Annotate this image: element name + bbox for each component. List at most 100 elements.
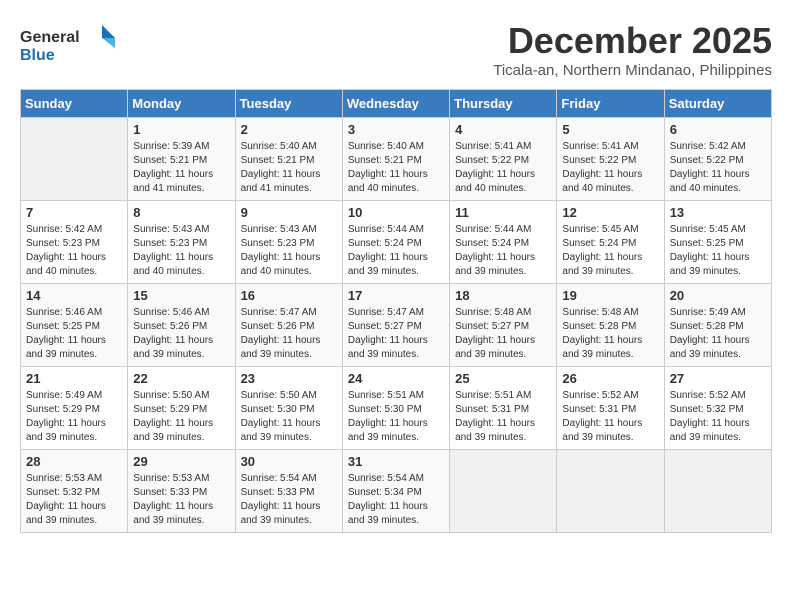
day-number: 24 — [348, 371, 444, 386]
calendar-cell: 18Sunrise: 5:48 AMSunset: 5:27 PMDayligh… — [450, 284, 557, 367]
calendar-cell: 16 Sunrise: 5:47 AMSunset: 5:26 PMDayligh… — [235, 284, 342, 367]
calendar-cell: 8 Sunrise: 5:43 AMSunset: 5:23 PMDaylight… — [128, 201, 235, 284]
day-info: Sunrise: 5:47 AMSunset: 5:26 PMDaylight:… — [241, 306, 337, 362]
day-number: 8 — [133, 205, 229, 220]
calendar-cell: 17Sunrise: 5:47 AMSunset: 5:27 PMDayligh… — [342, 284, 449, 367]
calendar-cell: 12 Sunrise: 5:45 AMSunset: 5:24 PMDayligh… — [557, 201, 664, 284]
calendar-cell: 29Sunrise: 5:53 AMSunset: 5:33 PMDayligh… — [128, 450, 235, 533]
day-info: Sunrise: 5:40 AMSunset: 5:21 PMDaylight:… — [348, 140, 444, 196]
day-number: 25 — [455, 371, 551, 386]
day-info: Sunrise: 5:39 AMSunset: 5:21 PMDaylight:… — [133, 140, 229, 196]
calendar-cell: 11Sunrise: 5:44 AMSunset: 5:24 PMDayligh… — [450, 201, 557, 284]
day-info: Sunrise: 5:43 AMSunset: 5:23 PMDaylight:… — [133, 223, 229, 279]
day-info: Sunrise: 5:51 AMSunset: 5:30 PMDaylight:… — [348, 389, 444, 445]
calendar-week-1: 7Sunrise: 5:42 AMSunset: 5:23 PMDaylight… — [21, 201, 772, 284]
day-number: 15 — [133, 288, 229, 303]
calendar-cell: 10 Sunrise: 5:44 AMSunset: 5:24 PMDayligh… — [342, 201, 449, 284]
calendar-cell: 1 Sunrise: 5:39 AMSunset: 5:21 PMDaylight… — [128, 118, 235, 201]
day-number: 10 — [348, 205, 444, 220]
calendar-cell: 28 Sunrise: 5:53 AMSunset: 5:32 PMDayligh… — [21, 450, 128, 533]
calendar-cell — [21, 118, 128, 201]
calendar-table: SundayMondayTuesdayWednesdayThursdayFrid… — [20, 89, 772, 533]
day-number: 5 — [562, 122, 658, 137]
day-number: 1 — [133, 122, 229, 137]
day-number: 20 — [670, 288, 766, 303]
day-number: 9 — [241, 205, 337, 220]
calendar-cell — [557, 450, 664, 533]
calendar-cell: 7Sunrise: 5:42 AMSunset: 5:23 PMDaylight… — [21, 201, 128, 284]
day-info: Sunrise: 5:46 AMSunset: 5:25 PMDaylight:… — [26, 306, 122, 362]
calendar-cell: 26 Sunrise: 5:52 AMSunset: 5:31 PMDayligh… — [557, 367, 664, 450]
day-info: Sunrise: 5:44 AMSunset: 5:24 PMDaylight:… — [455, 223, 551, 279]
day-number: 13 — [670, 205, 766, 220]
calendar-cell: 5 Sunrise: 5:41 AMSunset: 5:22 PMDaylight… — [557, 118, 664, 201]
day-info: Sunrise: 5:45 AMSunset: 5:24 PMDaylight:… — [562, 223, 658, 279]
day-info: Sunrise: 5:44 AMSunset: 5:24 PMDaylight:… — [348, 223, 444, 279]
day-info: Sunrise: 5:49 AMSunset: 5:29 PMDaylight:… — [26, 389, 122, 445]
calendar-cell: 22 Sunrise: 5:50 AMSunset: 5:29 PMDayligh… — [128, 367, 235, 450]
day-number: 7 — [26, 205, 122, 220]
svg-text:General: General — [20, 29, 80, 46]
logo: General Blue — [20, 20, 120, 65]
month-title: December 2025 — [493, 20, 772, 62]
day-number: 27 — [670, 371, 766, 386]
calendar-week-0: 1 Sunrise: 5:39 AMSunset: 5:21 PMDaylight… — [21, 118, 772, 201]
day-info: Sunrise: 5:45 AMSunset: 5:25 PMDaylight:… — [670, 223, 766, 279]
day-info: Sunrise: 5:53 AMSunset: 5:33 PMDaylight:… — [133, 472, 229, 528]
calendar-cell: 30 Sunrise: 5:54 AMSunset: 5:33 PMDayligh… — [235, 450, 342, 533]
calendar-cell: 23 Sunrise: 5:50 AMSunset: 5:30 PMDayligh… — [235, 367, 342, 450]
day-number: 21 — [26, 371, 122, 386]
calendar-cell: 20 Sunrise: 5:49 AMSunset: 5:28 PMDayligh… — [664, 284, 771, 367]
day-info: Sunrise: 5:51 AMSunset: 5:31 PMDaylight:… — [455, 389, 551, 445]
calendar-cell: 13 Sunrise: 5:45 AMSunset: 5:25 PMDayligh… — [664, 201, 771, 284]
day-number: 30 — [241, 454, 337, 469]
day-number: 31 — [348, 454, 444, 469]
header-cell-wednesday: Wednesday — [342, 90, 449, 118]
calendar-week-3: 21 Sunrise: 5:49 AMSunset: 5:29 PMDayligh… — [21, 367, 772, 450]
day-info: Sunrise: 5:41 AMSunset: 5:22 PMDaylight:… — [455, 140, 551, 196]
day-info: Sunrise: 5:48 AMSunset: 5:27 PMDaylight:… — [455, 306, 551, 362]
day-info: Sunrise: 5:53 AMSunset: 5:32 PMDaylight:… — [26, 472, 122, 528]
header-cell-friday: Friday — [557, 90, 664, 118]
day-info: Sunrise: 5:49 AMSunset: 5:28 PMDaylight:… — [670, 306, 766, 362]
header-cell-tuesday: Tuesday — [235, 90, 342, 118]
calendar-cell: 9Sunrise: 5:43 AMSunset: 5:23 PMDaylight… — [235, 201, 342, 284]
day-info: Sunrise: 5:50 AMSunset: 5:29 PMDaylight:… — [133, 389, 229, 445]
header-cell-monday: Monday — [128, 90, 235, 118]
day-info: Sunrise: 5:54 AMSunset: 5:34 PMDaylight:… — [348, 472, 444, 528]
day-info: Sunrise: 5:40 AMSunset: 5:21 PMDaylight:… — [241, 140, 337, 196]
calendar-cell — [450, 450, 557, 533]
day-number: 4 — [455, 122, 551, 137]
location-title: Ticala-an, Northern Mindanao, Philippine… — [493, 62, 772, 79]
day-info: Sunrise: 5:42 AMSunset: 5:22 PMDaylight:… — [670, 140, 766, 196]
day-info: Sunrise: 5:46 AMSunset: 5:26 PMDaylight:… — [133, 306, 229, 362]
day-number: 23 — [241, 371, 337, 386]
header-cell-thursday: Thursday — [450, 90, 557, 118]
header: General Blue December 2025 Ticala-an, No… — [20, 20, 772, 79]
day-number: 22 — [133, 371, 229, 386]
day-number: 16 — [241, 288, 337, 303]
calendar-cell — [664, 450, 771, 533]
calendar-body: 1 Sunrise: 5:39 AMSunset: 5:21 PMDaylight… — [21, 118, 772, 533]
day-number: 6 — [670, 122, 766, 137]
calendar-cell: 24 Sunrise: 5:51 AMSunset: 5:30 PMDayligh… — [342, 367, 449, 450]
day-info: Sunrise: 5:41 AMSunset: 5:22 PMDaylight:… — [562, 140, 658, 196]
day-info: Sunrise: 5:52 AMSunset: 5:31 PMDaylight:… — [562, 389, 658, 445]
calendar-cell: 2Sunrise: 5:40 AMSunset: 5:21 PMDaylight… — [235, 118, 342, 201]
day-info: Sunrise: 5:50 AMSunset: 5:30 PMDaylight:… — [241, 389, 337, 445]
calendar-cell: 25 Sunrise: 5:51 AMSunset: 5:31 PMDayligh… — [450, 367, 557, 450]
calendar-week-2: 14Sunrise: 5:46 AMSunset: 5:25 PMDayligh… — [21, 284, 772, 367]
day-info: Sunrise: 5:54 AMSunset: 5:33 PMDaylight:… — [241, 472, 337, 528]
day-number: 26 — [562, 371, 658, 386]
calendar-cell: 3 Sunrise: 5:40 AMSunset: 5:21 PMDaylight… — [342, 118, 449, 201]
logo-svg: General Blue — [20, 20, 120, 65]
day-number: 3 — [348, 122, 444, 137]
day-number: 12 — [562, 205, 658, 220]
svg-text:Blue: Blue — [20, 47, 55, 64]
calendar-cell: 19Sunrise: 5:48 AMSunset: 5:28 PMDayligh… — [557, 284, 664, 367]
calendar-cell: 27Sunrise: 5:52 AMSunset: 5:32 PMDayligh… — [664, 367, 771, 450]
day-number: 19 — [562, 288, 658, 303]
day-number: 28 — [26, 454, 122, 469]
calendar-cell: 15 Sunrise: 5:46 AMSunset: 5:26 PMDayligh… — [128, 284, 235, 367]
calendar-cell: 4 Sunrise: 5:41 AMSunset: 5:22 PMDaylight… — [450, 118, 557, 201]
